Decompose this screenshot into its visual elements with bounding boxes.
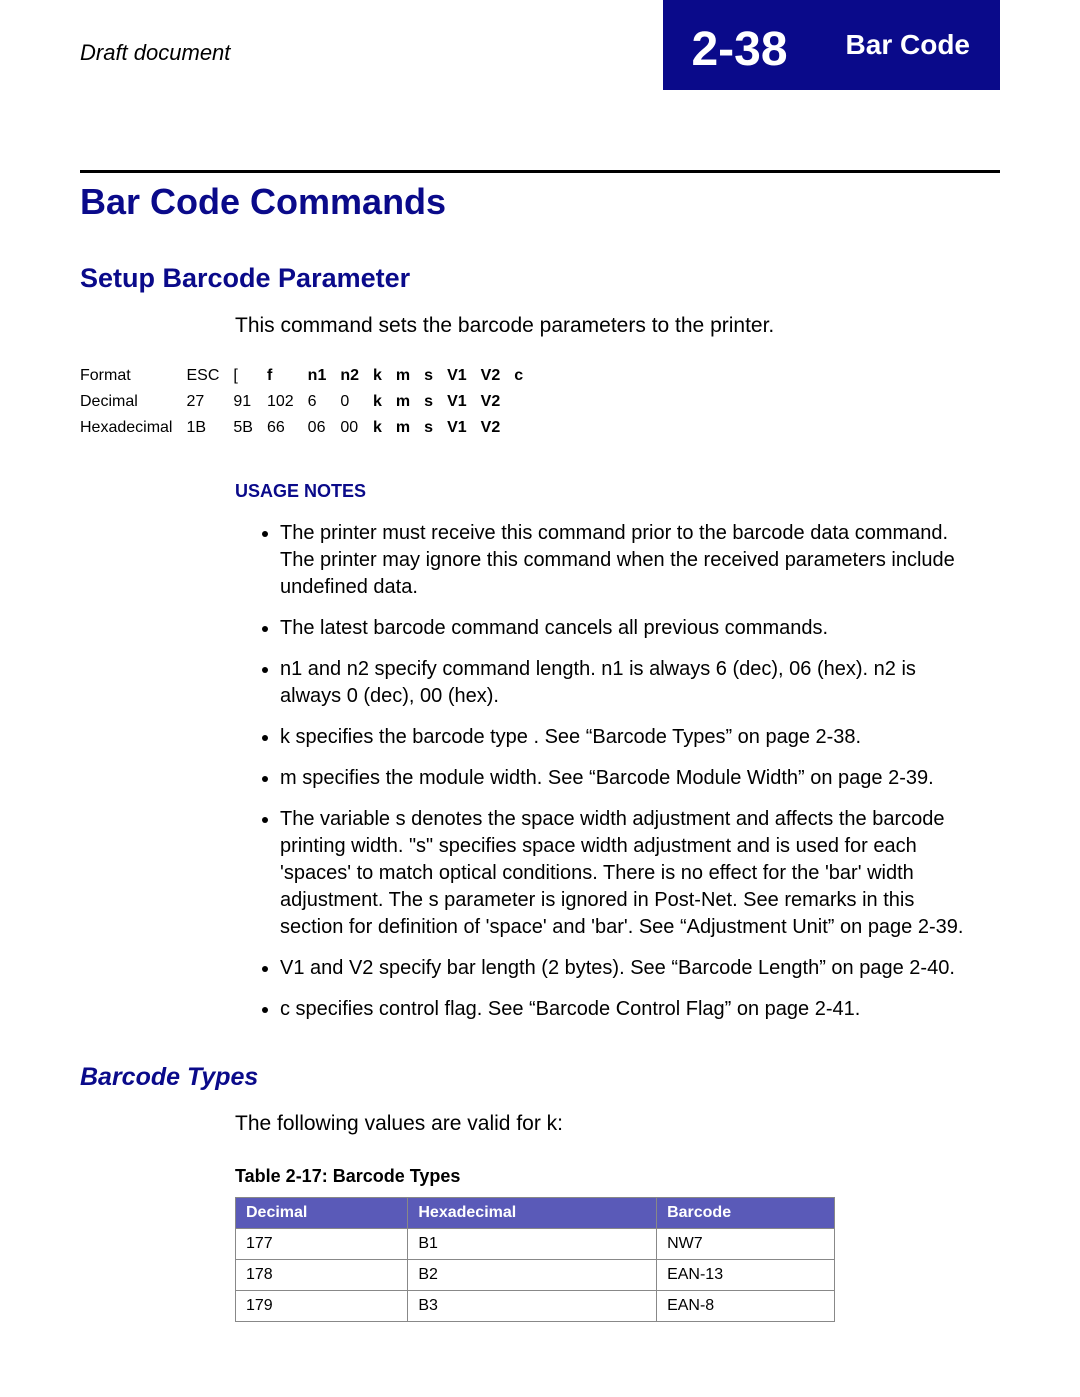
cell: 179 [236,1291,408,1322]
cell: m [396,415,424,441]
cell: k [373,415,396,441]
cell: 27 [186,389,233,415]
heading-3: Barcode Types [80,1063,1000,1092]
cell: B2 [408,1260,657,1291]
cell: 178 [236,1260,408,1291]
intro-paragraph: This command sets the barcode parameters… [235,314,1000,338]
cell: 177 [236,1229,408,1260]
horizontal-rule [80,170,1000,173]
cell: V2 [481,363,515,389]
document-page: Draft document 2-38 Bar Code Bar Code Co… [0,0,1080,1397]
cell: ESC [186,363,233,389]
table-row: Decimal279110260kmsV1V2 [80,389,537,415]
table-header-row: Decimal Hexadecimal Barcode [236,1198,835,1229]
cell: [ [233,363,267,389]
format-table: FormatESC[fn1n2kmsV1V2cDecimal279110260k… [80,363,537,441]
cell: 0 [340,389,373,415]
draft-label: Draft document [80,40,230,66]
usage-notes-heading: USAGE NOTES [235,481,1000,502]
list-item: The latest barcode command cancels all p… [280,615,1000,642]
cell: 00 [340,415,373,441]
cell: c [514,363,537,389]
th-hex: Hexadecimal [408,1198,657,1229]
cell: V1 [447,415,481,441]
list-item: V1 and V2 specify bar length (2 bytes). … [280,955,1000,982]
cell: 91 [233,389,267,415]
list-item: The variable s denotes the space width a… [280,806,1000,941]
section-tab: 2-38 Bar Code [663,0,1000,90]
list-item: m specifies the module width. See “Barco… [280,765,1000,792]
list-item: k specifies the barcode type . See “Barc… [280,724,1000,751]
cell: 06 [308,415,341,441]
cell: Decimal [80,389,186,415]
th-decimal: Decimal [236,1198,408,1229]
th-barcode: Barcode [657,1198,835,1229]
page-header: Draft document 2-38 Bar Code [80,0,1000,90]
cell: k [373,363,396,389]
table-caption: Table 2-17: Barcode Types [235,1166,1000,1187]
cell: n2 [340,363,373,389]
cell: 66 [267,415,308,441]
cell: 102 [267,389,308,415]
list-item: c specifies control flag. See “Barcode C… [280,996,1000,1023]
cell: m [396,363,424,389]
cell: V2 [481,415,515,441]
list-item: n1 and n2 specify command length. n1 is … [280,656,1000,710]
follow-paragraph: The following values are valid for k: [235,1112,1000,1136]
section-name: Bar Code [816,0,1000,90]
cell: V2 [481,389,515,415]
table-row: Hexadecimal1B5B660600kmsV1V2 [80,415,537,441]
cell [514,415,537,441]
heading-1: Bar Code Commands [80,181,1000,223]
cell: n1 [308,363,341,389]
barcode-types-table: Decimal Hexadecimal Barcode 177B1NW7178B… [235,1197,835,1322]
cell: 1B [186,415,233,441]
table-row: 178B2EAN-13 [236,1260,835,1291]
cell: s [424,363,447,389]
cell: m [396,389,424,415]
cell: s [424,389,447,415]
cell: Hexadecimal [80,415,186,441]
usage-notes-list: The printer must receive this command pr… [280,520,1000,1023]
table-row: 179B3EAN-8 [236,1291,835,1322]
cell: EAN-13 [657,1260,835,1291]
cell: V1 [447,389,481,415]
cell: V1 [447,363,481,389]
cell: B1 [408,1229,657,1260]
cell: B3 [408,1291,657,1322]
cell: 6 [308,389,341,415]
list-item: The printer must receive this command pr… [280,520,1000,601]
cell: 5B [233,415,267,441]
cell: Format [80,363,186,389]
cell: s [424,415,447,441]
page-number: 2-38 [663,0,815,90]
heading-2: Setup Barcode Parameter [80,263,1000,294]
cell [514,389,537,415]
cell: EAN-8 [657,1291,835,1322]
cell: k [373,389,396,415]
cell: NW7 [657,1229,835,1260]
cell: f [267,363,308,389]
table-row: 177B1NW7 [236,1229,835,1260]
table-row: FormatESC[fn1n2kmsV1V2c [80,363,537,389]
